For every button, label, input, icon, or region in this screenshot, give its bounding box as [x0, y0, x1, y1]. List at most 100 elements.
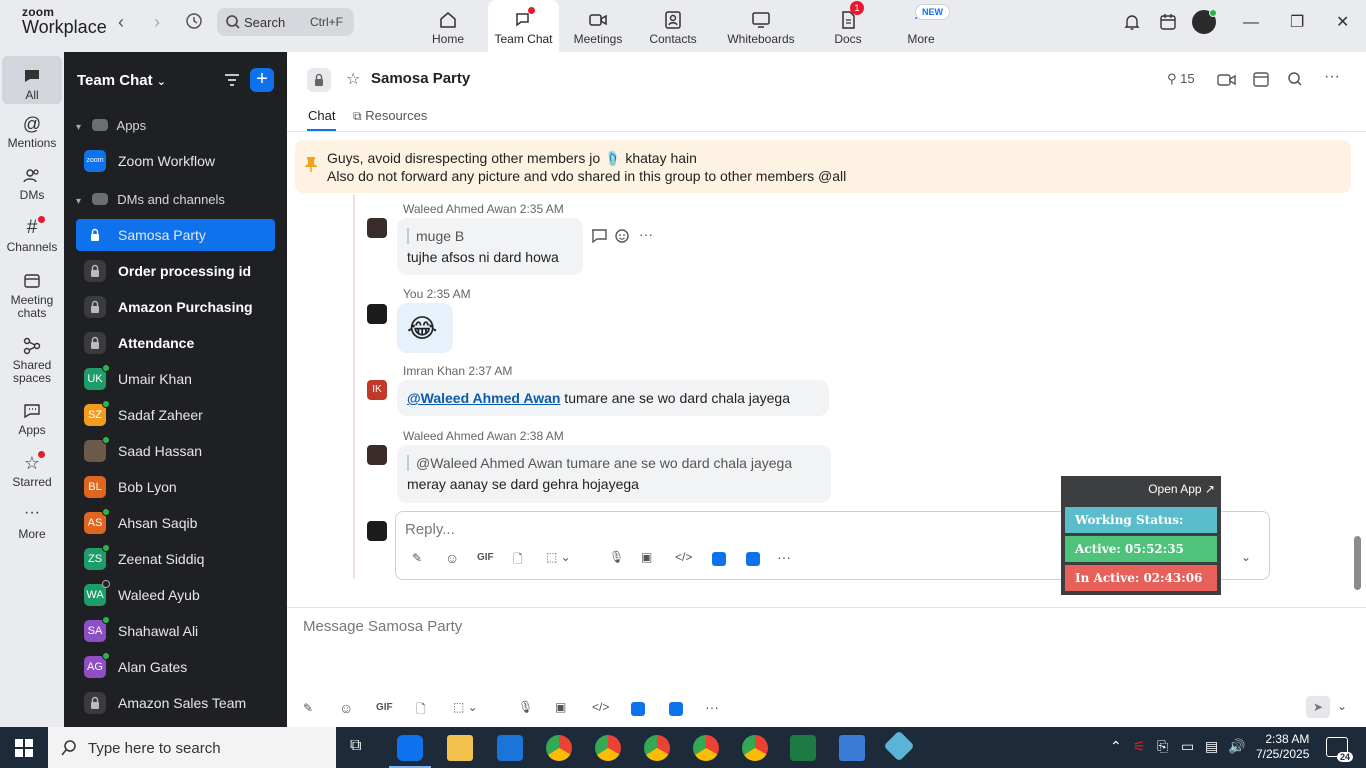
zoom-taskbar-icon[interactable] — [397, 735, 423, 761]
task-view-icon[interactable]: ⧉ — [350, 737, 361, 755]
app-diamond-icon[interactable] — [883, 730, 915, 762]
reply-icon[interactable] — [590, 228, 608, 244]
volume-icon[interactable]: 🔊 — [1228, 738, 1245, 755]
clock[interactable]: 2:38 AM 7/25/2025 — [1256, 732, 1309, 762]
bell-icon[interactable] — [1123, 13, 1141, 31]
rail-item-apps[interactable]: Apps — [0, 401, 64, 437]
video-call-icon[interactable] — [1217, 72, 1237, 88]
sidebar-item-ahsan-saqib[interactable]: AS Ahsan Saqib — [76, 507, 275, 539]
message-bubble[interactable]: muge B tujhe afsos ni dard howa — [397, 218, 583, 275]
whiteboard-app-icon[interactable] — [746, 552, 760, 566]
sidebar-item-attendance[interactable]: Attendance — [76, 327, 275, 359]
filter-icon[interactable] — [223, 71, 241, 89]
forward-arrow-icon[interactable]: › — [147, 12, 167, 33]
format-icon[interactable]: ✎ — [412, 551, 422, 565]
chrome-icon[interactable] — [546, 735, 572, 761]
sidebar-item-order-processing[interactable]: Order processing id — [76, 255, 275, 287]
tab-whiteboards[interactable]: Whiteboards — [720, 0, 802, 52]
file-icon[interactable]: 🗋 — [513, 550, 523, 571]
message-bubble[interactable]: 😂 — [397, 303, 453, 353]
sidebar-item-zeenat-siddiq[interactable]: ZS Zeenat Siddiq — [76, 543, 275, 575]
sidebar-item-alan-gates[interactable]: AG Alan Gates — [76, 651, 275, 683]
tray-app-icon[interactable]: ⎘ — [1157, 738, 1168, 755]
format-icon[interactable]: ✎ — [303, 701, 313, 715]
code-icon[interactable]: </> — [675, 550, 692, 564]
rail-item-mentions[interactable]: @ Mentions — [0, 114, 64, 150]
close-icon[interactable]: ✕ — [1336, 12, 1349, 32]
rail-item-channels[interactable]: # Channels — [0, 216, 64, 254]
sidebar-title[interactable]: Team Chat ⌄ — [77, 72, 166, 89]
message-more-icon[interactable]: ··· — [639, 226, 653, 242]
sidebar-item-amazon-purchasing[interactable]: Amazon Purchasing — [76, 291, 275, 323]
user-avatar[interactable] — [1192, 9, 1217, 34]
chevron-up-icon[interactable]: ⌃ — [1110, 738, 1122, 755]
rail-item-meeting-chats[interactable]: Meeting chats — [0, 271, 64, 320]
back-arrow-icon[interactable]: ‹ — [111, 12, 131, 33]
open-app-button[interactable]: Open App ↗ — [1148, 482, 1215, 496]
more-tools-icon[interactable]: ··· — [705, 699, 719, 715]
screenshot-icon[interactable]: ⬚ ⌄ — [453, 700, 478, 714]
more-tools-icon[interactable]: ··· — [777, 549, 791, 565]
tab-meetings[interactable]: Meetings — [563, 0, 633, 52]
sidebar-item-sadaf-zaheer[interactable]: SZ Sadaf Zaheer — [76, 399, 275, 431]
taskbar-search[interactable]: Type here to search — [48, 727, 336, 768]
video-message-icon[interactable]: ▣ — [641, 550, 652, 564]
excel-icon[interactable] — [790, 735, 816, 761]
sidebar-item-umair-khan[interactable]: UK Umair Khan — [76, 363, 275, 395]
rail-item-shared-spaces[interactable]: Shared spaces — [0, 336, 64, 385]
restore-icon[interactable]: ❐ — [1290, 12, 1304, 32]
search-icon[interactable] — [1287, 71, 1303, 87]
calendar-icon[interactable] — [1159, 13, 1177, 31]
rail-item-starred[interactable]: ☆ Starred — [0, 451, 64, 489]
rail-item-dms[interactable]: DMs — [0, 166, 64, 202]
file-explorer-icon[interactable] — [447, 735, 473, 761]
code-icon[interactable]: </> — [592, 700, 609, 714]
chevron-down-icon[interactable]: ⌄ — [1241, 550, 1251, 564]
minimize-icon[interactable]: — — [1243, 14, 1259, 32]
tab-chat[interactable]: Chat — [308, 108, 335, 123]
tab-contacts[interactable]: Contacts — [638, 0, 708, 52]
rail-item-more[interactable]: ··· More — [0, 505, 64, 541]
history-icon[interactable] — [184, 11, 204, 31]
whiteboard-app-icon[interactable] — [669, 702, 683, 716]
screenshot-icon[interactable]: ⬚ ⌄ — [546, 550, 571, 564]
members-button[interactable]: ⚲ 15 — [1167, 71, 1195, 87]
rail-item-all[interactable]: All — [2, 56, 62, 104]
emoji-icon[interactable]: ☺ — [339, 700, 353, 716]
notification-icon[interactable]: 24 — [1326, 737, 1353, 762]
outlook-icon[interactable] — [497, 735, 523, 761]
gif-button[interactable]: GIF — [477, 552, 494, 563]
tab-resources[interactable]: ⧉ Resources — [353, 108, 427, 124]
microphone-icon[interactable]: 🎙 — [518, 700, 533, 714]
scrollbar[interactable] — [1354, 536, 1361, 590]
video-message-icon[interactable]: ▣ — [555, 700, 566, 714]
calendar-icon[interactable] — [1252, 70, 1270, 88]
section-dms-channels[interactable]: ▾ DMs and channels — [76, 192, 225, 207]
tab-team-chat[interactable]: Team Chat — [488, 0, 559, 52]
file-icon[interactable]: 🗋 — [416, 700, 426, 721]
pdf-tray-icon[interactable]: ⚟ — [1133, 738, 1146, 755]
microphone-icon[interactable]: 🎙 — [609, 550, 624, 564]
message-bubble[interactable]: @Waleed Ahmed Awan tumare ane se wo dard… — [397, 445, 831, 503]
sidebar-item-amazon-sales-team[interactable]: Amazon Sales Team — [76, 687, 275, 719]
zoom-app-icon[interactable] — [712, 552, 726, 566]
chrome-icon[interactable] — [595, 735, 621, 761]
chrome-icon[interactable] — [742, 735, 768, 761]
chevron-down-icon[interactable]: ⌄ — [1337, 699, 1347, 713]
sidebar-item-bob-lyon[interactable]: BL Bob Lyon — [76, 471, 275, 503]
section-apps[interactable]: ▾ Apps — [76, 118, 146, 133]
zoom-app-icon[interactable] — [631, 702, 645, 716]
sidebar-item-saad-hassan[interactable]: Saad Hassan — [76, 435, 275, 467]
mention-link[interactable]: @Waleed Ahmed Awan — [407, 390, 560, 406]
gif-button[interactable]: GIF — [376, 702, 393, 713]
pinned-message[interactable]: Guys, avoid disrespecting other members … — [295, 140, 1351, 193]
chrome-icon[interactable] — [693, 735, 719, 761]
search-bar[interactable]: Search Ctrl+F — [217, 8, 354, 36]
sidebar-item-samosa-party[interactable]: Samosa Party — [76, 219, 275, 251]
channel-title[interactable]: Samosa Party — [371, 70, 470, 87]
new-chat-button[interactable]: + — [250, 68, 274, 92]
emoji-icon[interactable]: ☺ — [445, 550, 459, 566]
network-icon[interactable]: ▤ — [1205, 738, 1218, 755]
battery-icon[interactable]: ▭ — [1181, 738, 1194, 755]
emoji-react-icon[interactable] — [614, 227, 631, 244]
